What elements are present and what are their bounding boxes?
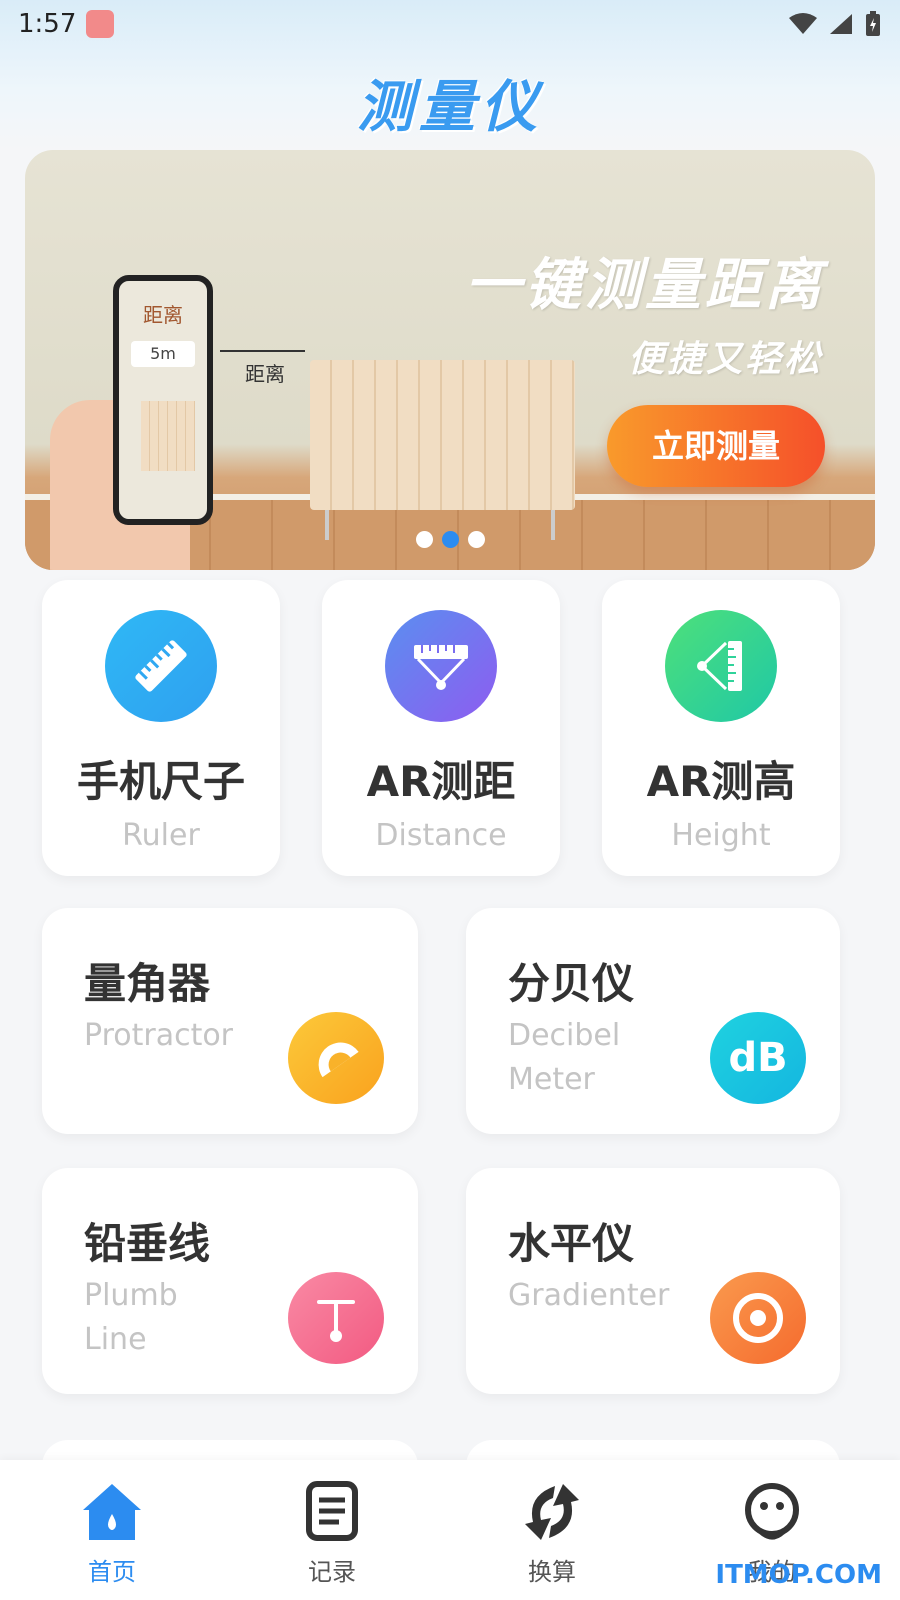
nav-item-records[interactable]: 记录 <box>272 1480 392 1587</box>
carousel-dots <box>25 531 875 548</box>
tool-subtitle: Decibel Meter <box>508 1014 620 1102</box>
convert-icon <box>525 1484 579 1540</box>
tool-subtitle: Distance <box>375 818 507 853</box>
measure-now-button[interactable]: 立即测量 <box>607 405 825 487</box>
tool-subtitle-line2: Line <box>84 1322 147 1357</box>
carousel-dot[interactable] <box>415 531 433 548</box>
tool-card-plumb-line[interactable]: 铅垂线 Plumb Line <box>42 1168 418 1394</box>
tool-card-gradienter[interactable]: 水平仪 Gradienter <box>466 1168 840 1394</box>
carousel-dot-active[interactable] <box>441 531 459 548</box>
signal-icon <box>830 14 852 34</box>
nav-label: 记录 <box>308 1558 356 1586</box>
phone-label: 距离 <box>143 303 183 327</box>
nav-label: 首页 <box>88 1558 136 1586</box>
tool-title: 量角器 <box>84 959 211 1008</box>
profile-icon <box>745 1483 799 1540</box>
distance-icon <box>385 610 497 722</box>
nav-label: 换算 <box>528 1558 576 1586</box>
tool-card-height[interactable]: AR测高 Height <box>602 580 840 876</box>
promo-banner[interactable]: 距离 5m 距离 一键测量距离 便捷又轻松 立即测量 <box>25 150 875 570</box>
tool-subtitle: Plumb Line <box>84 1274 178 1362</box>
records-icon <box>306 1481 358 1541</box>
tool-subtitle: Ruler <box>122 818 200 853</box>
banner-subheadline: 便捷又轻松 <box>627 339 823 380</box>
wifi-icon <box>789 13 817 34</box>
page-title: 测量仪 <box>357 75 543 140</box>
height-icon <box>665 610 777 722</box>
banner-cabinet-illustration <box>310 360 575 510</box>
tool-title: 水平仪 <box>508 1219 635 1268</box>
phone-mini-cabinet <box>141 401 195 471</box>
tool-title: AR测高 <box>646 757 796 806</box>
distance-label: 距离 <box>245 362 285 386</box>
plumb-line-icon <box>288 1272 384 1364</box>
tool-subtitle: Gradienter <box>508 1278 670 1313</box>
tool-subtitle-line1: Decibel <box>508 1018 621 1053</box>
banner-headline: 一键测量距离 <box>465 253 825 318</box>
home-icon <box>83 1484 141 1540</box>
tool-subtitle: Protractor <box>84 1018 234 1053</box>
banner-phone-illustration: 距离 5m <box>113 275 213 525</box>
tool-title: 手机尺子 <box>76 757 245 806</box>
carousel-dot[interactable] <box>467 531 485 548</box>
watermark: ITMOP.COM <box>715 1560 882 1590</box>
tool-card-protractor[interactable]: 量角器 Protractor <box>42 908 418 1134</box>
tool-subtitle-line2: Meter <box>508 1062 595 1097</box>
battery-icon <box>866 11 880 36</box>
tool-card-ruler[interactable]: 手机尺子 Ruler <box>42 580 280 876</box>
nav-item-convert[interactable]: 换算 <box>492 1480 612 1587</box>
ruler-icon <box>105 610 217 722</box>
tool-subtitle: Height <box>671 818 771 853</box>
app-notification-icon <box>86 10 115 38</box>
tool-title: AR测距 <box>366 757 516 806</box>
gradienter-icon <box>710 1272 806 1364</box>
distance-line <box>220 350 305 352</box>
status-bar: 1:57 <box>0 0 900 48</box>
nav-item-home[interactable]: 首页 <box>52 1480 172 1587</box>
tool-subtitle-line1: Plumb <box>84 1278 178 1313</box>
status-time: 1:57 <box>18 9 77 39</box>
tool-title: 分贝仪 <box>508 959 635 1008</box>
decibel-icon: dB <box>710 1012 806 1104</box>
status-icons <box>788 10 882 38</box>
protractor-icon <box>288 1012 384 1104</box>
tool-card-distance[interactable]: AR测距 Distance <box>322 580 560 876</box>
tool-card-decibel[interactable]: 分贝仪 Decibel Meter dB <box>466 908 840 1134</box>
tool-title: 铅垂线 <box>84 1219 211 1268</box>
phone-value: 5m <box>131 341 195 367</box>
